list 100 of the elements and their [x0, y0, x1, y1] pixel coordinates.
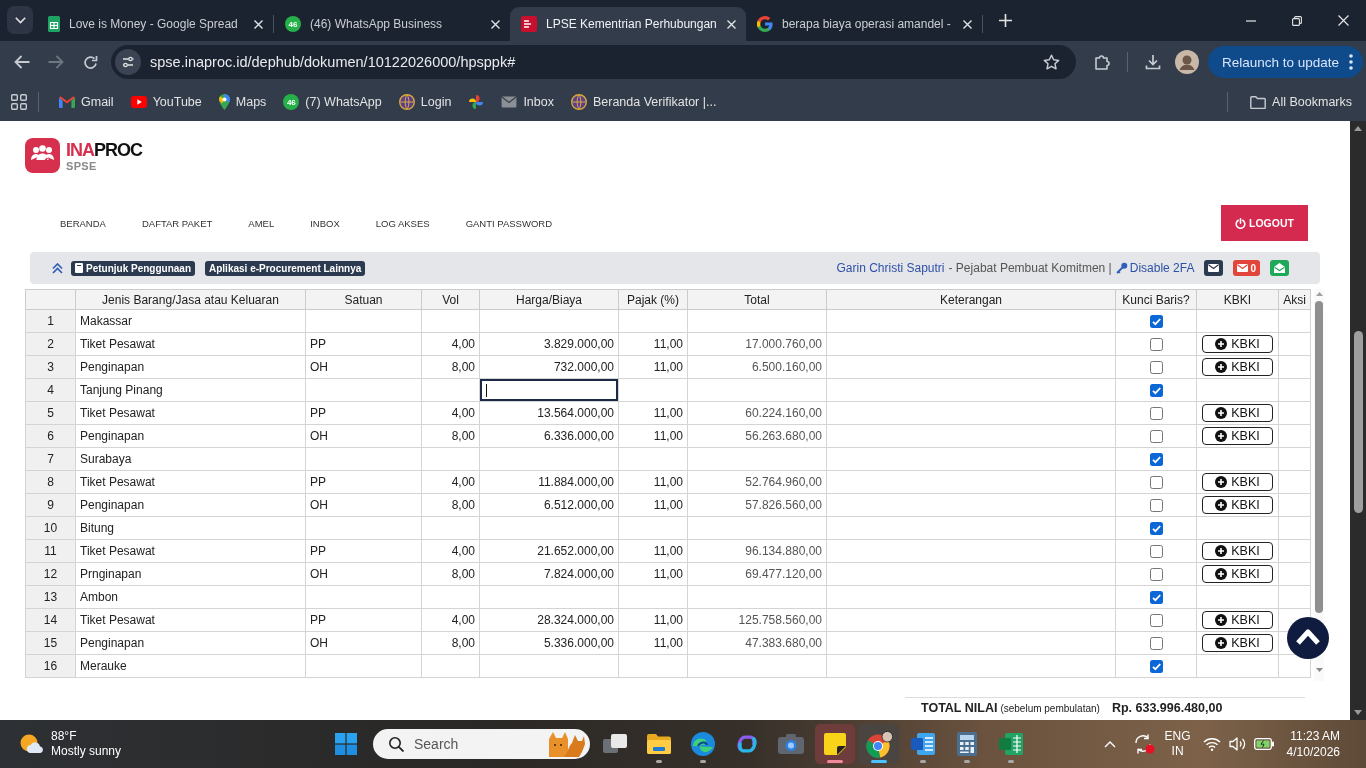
clock-date[interactable]: 4/10/2026 — [1286, 744, 1340, 760]
bookmark-link[interactable]: Inbox — [493, 88, 562, 116]
checkbox[interactable] — [1149, 360, 1163, 374]
wifi-icon[interactable] — [1202, 737, 1221, 751]
kbki-button[interactable]: KBKI — [1202, 404, 1273, 422]
pinwheel-icon — [468, 94, 485, 110]
close-icon[interactable] — [491, 19, 500, 29]
badge-link[interactable]: Aplikasi e-Procurement Lainnya — [205, 260, 366, 276]
kbki-button[interactable]: KBKI — [1202, 496, 1273, 514]
logout-button[interactable]: LOGOUT — [1221, 205, 1308, 241]
search-box[interactable]: Search — [373, 729, 590, 759]
table-cell: 11,00 — [618, 355, 688, 379]
badge-link[interactable]: Petunjuk Penggunaan — [71, 260, 195, 276]
battery-charging-icon[interactable] — [1253, 738, 1274, 750]
speaker-icon[interactable] — [1228, 737, 1247, 751]
checkbox[interactable] — [1149, 383, 1163, 397]
nav-link[interactable]: LOG AKSES — [375, 217, 430, 229]
checkbox[interactable] — [1149, 337, 1163, 351]
taskbar-button[interactable] — [815, 724, 855, 764]
bookmark-link[interactable]: YouTube — [122, 88, 210, 116]
minimize-icon[interactable] — [1246, 19, 1256, 22]
kbki-button[interactable]: KBKI — [1202, 335, 1273, 353]
checkbox[interactable] — [1149, 475, 1163, 489]
search-input[interactable]: Search — [414, 736, 524, 752]
site-settings-icon[interactable] — [115, 49, 141, 75]
checkbox[interactable] — [1149, 636, 1163, 650]
scrollbar-thumb[interactable] — [1315, 301, 1323, 613]
spreadsheet-icon — [999, 733, 1023, 755]
browser-tab[interactable]: Love is Money - Google Spread — [37, 7, 273, 41]
taskbar-button[interactable] — [859, 724, 899, 764]
star-icon[interactable] — [1043, 54, 1060, 70]
scroll-to-top-button[interactable] — [1287, 617, 1329, 659]
camera-icon — [778, 734, 804, 754]
kbki-button[interactable]: KBKI — [1202, 565, 1273, 583]
all-bookmarks-link[interactable]: All Bookmarks — [1242, 88, 1360, 116]
sync-alert-icon[interactable] — [1132, 734, 1155, 754]
language-code[interactable]: ENG — [1164, 729, 1191, 744]
cell-input-field[interactable] — [479, 378, 619, 402]
checkbox[interactable] — [1149, 314, 1163, 328]
forward-arrow-icon[interactable] — [48, 55, 64, 69]
browser-tab[interactable]: 46 (46) WhatsApp Business — [274, 7, 510, 41]
address-bar[interactable]: spse.inaproc.id/dephub/dokumen/10122026000/hpsppk# — [111, 45, 1076, 79]
nav-link[interactable]: BERANDA — [60, 217, 106, 229]
kbki-button[interactable]: KBKI — [1202, 473, 1273, 491]
scrollbar-thumb[interactable] — [1353, 331, 1363, 513]
tab-list-button[interactable] — [7, 6, 33, 34]
back-arrow-icon[interactable] — [14, 55, 30, 69]
nav-link[interactable]: DAFTAR PAKET — [141, 217, 213, 229]
checkbox[interactable] — [1149, 590, 1163, 604]
checkbox[interactable] — [1149, 659, 1163, 673]
bookmark-link[interactable]: Login — [390, 88, 460, 116]
nav-link[interactable]: INBOX — [310, 217, 340, 229]
unread-mail-button[interactable]: 0 — [1233, 260, 1260, 276]
bookmark-link[interactable]: Gmail — [51, 88, 122, 116]
new-tab-icon[interactable] — [998, 13, 1012, 27]
close-icon[interactable] — [963, 19, 972, 29]
open-mail-button[interactable] — [1270, 260, 1289, 276]
kbki-button[interactable]: KBKI — [1202, 358, 1273, 376]
browser-tab[interactable]: berapa biaya operasi amandel - — [746, 7, 982, 41]
nav-link[interactable]: AMEL — [248, 217, 275, 229]
start-icon[interactable] — [335, 733, 357, 755]
checkbox[interactable] — [1149, 498, 1163, 512]
reload-icon[interactable] — [82, 54, 98, 70]
user-name-link[interactable]: Garin Christi Saputri — [836, 261, 945, 275]
kbki-button[interactable]: KBKI — [1202, 634, 1273, 652]
kbki-button[interactable]: KBKI — [1202, 427, 1273, 445]
kbki-button[interactable]: KBKI — [1202, 542, 1273, 560]
region-code[interactable]: IN — [1171, 744, 1184, 759]
nav-link[interactable]: GANTI PASSWORD — [465, 217, 553, 229]
close-icon[interactable] — [727, 19, 736, 29]
bookmark-link[interactable]: 46 (7) WhatsApp — [275, 88, 390, 116]
close-icon[interactable] — [1337, 15, 1349, 26]
avatar-icon[interactable] — [1175, 50, 1199, 74]
checkbox[interactable] — [1149, 406, 1163, 420]
checkbox[interactable] — [1149, 567, 1163, 581]
scroll-down-arrow-icon[interactable] — [1354, 710, 1362, 715]
disable-2fa-link[interactable]: Disable 2FA — [1115, 261, 1195, 275]
checkbox[interactable] — [1149, 521, 1163, 535]
checkbox[interactable] — [1149, 544, 1163, 558]
scroll-down-arrow-icon[interactable] — [1315, 668, 1323, 672]
checkbox[interactable] — [1149, 429, 1163, 443]
download-icon[interactable] — [1145, 54, 1161, 70]
browser-tab[interactable]: LPSE Kementrian Perhubungan — [510, 7, 746, 41]
scroll-up-arrow-icon[interactable] — [1354, 126, 1362, 131]
close-icon[interactable] — [254, 19, 263, 29]
column-header: Aksi — [1278, 289, 1311, 310]
relaunch-button[interactable]: Relaunch to update — [1208, 46, 1364, 78]
double-chevron-up-icon[interactable] — [52, 262, 63, 274]
mail-button[interactable] — [1204, 260, 1224, 276]
puzzle-icon[interactable] — [1093, 53, 1111, 71]
chevron-up-icon[interactable] — [1103, 740, 1116, 748]
bookmark-link[interactable]: Beranda Verifikator |... — [562, 88, 725, 116]
restore-icon[interactable] — [1292, 15, 1302, 26]
bookmark-link[interactable]: Maps — [210, 88, 275, 116]
checkbox[interactable] — [1149, 613, 1163, 627]
checkbox[interactable] — [1149, 452, 1163, 466]
clock-time[interactable]: 11:23 AM — [1290, 728, 1340, 744]
row-number: 9 — [25, 493, 76, 517]
kbki-button[interactable]: KBKI — [1202, 611, 1273, 629]
apps-grid-icon[interactable] — [11, 94, 27, 110]
